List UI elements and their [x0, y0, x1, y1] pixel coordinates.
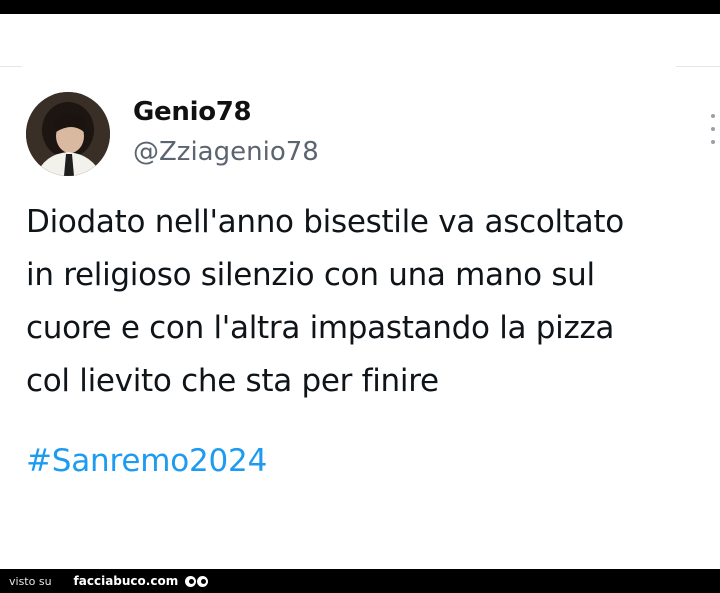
- tweet-text-line: Diodato nell'anno bisestile va ascoltato: [26, 204, 624, 240]
- brand-label: facciabuco.com: [73, 574, 179, 588]
- tweet-text-line: cuore e con l'altra impastando la pizza: [26, 310, 615, 346]
- avatar-photo-icon: [26, 92, 110, 176]
- more-options-icon[interactable]: [710, 114, 716, 144]
- tweet-text-line: in religioso silenzio con una mano sul: [26, 257, 595, 293]
- watermark-bar: visto su facciabuco.com: [0, 569, 720, 593]
- divider-left: [0, 66, 22, 67]
- tweet-text-line: col lievito che sta per finire: [26, 363, 439, 399]
- top-black-bar: [0, 0, 720, 14]
- user-handle[interactable]: @Zziagenio78: [133, 137, 319, 167]
- visto-su-label: visto su: [9, 574, 52, 588]
- display-name[interactable]: Genio78: [133, 97, 252, 127]
- avatar[interactable]: [26, 92, 110, 176]
- tweet-text: Diodato nell'anno bisestile va ascoltato…: [26, 196, 716, 408]
- divider-right: [676, 66, 720, 67]
- hashtag-link[interactable]: #Sanremo2024: [26, 443, 267, 479]
- eyes-logo-icon: [185, 575, 209, 587]
